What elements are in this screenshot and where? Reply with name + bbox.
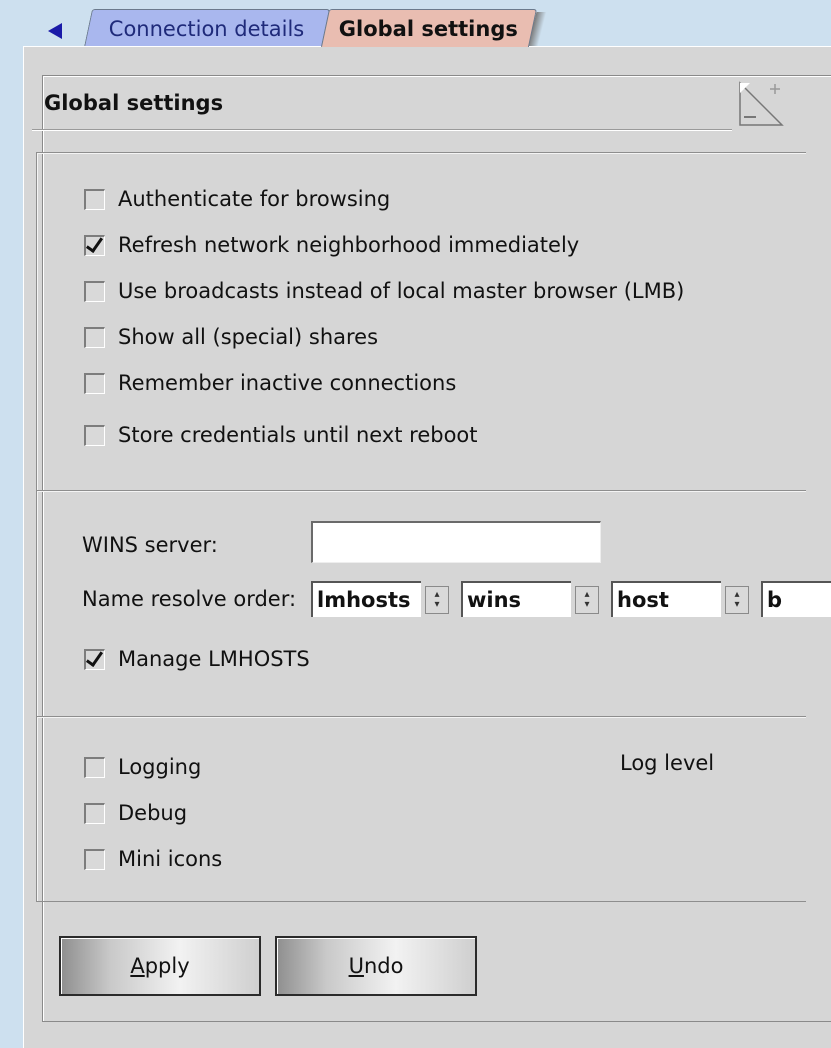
resolve-order-combo-1[interactable]: lmhosts <box>311 581 421 617</box>
store-credentials-checkbox[interactable]: Store credentials until next reboot <box>84 420 478 450</box>
checkbox-label: Remember inactive connections <box>118 371 457 395</box>
checkbox-box[interactable] <box>84 188 105 210</box>
checkbox-box[interactable] <box>84 756 105 778</box>
tab-global-settings[interactable]: Global settings <box>320 9 538 47</box>
checkbox-box[interactable] <box>84 802 105 824</box>
checkbox-box[interactable] <box>84 280 105 302</box>
mini-icons-checkbox[interactable]: Mini icons <box>84 844 222 874</box>
checkbox-label: Store credentials until next reboot <box>118 423 478 447</box>
tab-scroll-left-arrow[interactable] <box>44 18 66 44</box>
resolve-order-spinner-1[interactable]: ▴ ▾ <box>425 586 449 614</box>
remember-inactive-checkbox[interactable]: Remember inactive connections <box>84 368 456 398</box>
resolve-order-combo-2[interactable]: wins <box>461 581 571 617</box>
checkbox-label: Mini icons <box>118 847 223 871</box>
checkbox-label: Logging <box>118 755 202 779</box>
resolve-order-label: Name resolve order: <box>82 587 297 611</box>
checkbox-box[interactable] <box>84 372 105 394</box>
page-corner-icon[interactable] <box>736 79 786 129</box>
checkbox-label: Refresh network neighborhood immediately <box>118 233 580 257</box>
refresh-neighborhood-checkbox[interactable]: Refresh network neighborhood immediately <box>84 230 579 260</box>
checkbox-label: Use broadcasts instead of local master b… <box>118 279 685 303</box>
title-divider <box>32 129 732 131</box>
wins-server-label: WINS server: <box>82 533 218 557</box>
apply-label-rest: pply <box>144 954 190 978</box>
checkbox-box[interactable] <box>84 424 105 446</box>
apply-button[interactable]: Apply <box>59 936 261 996</box>
arrow-left-icon <box>48 23 62 39</box>
use-broadcasts-checkbox[interactable]: Use broadcasts instead of local master b… <box>84 276 684 306</box>
authenticate-browsing-checkbox[interactable]: Authenticate for browsing <box>84 184 390 214</box>
spin-down-icon: ▾ <box>434 599 440 610</box>
resolve-order-combo-4[interactable]: b <box>761 581 831 617</box>
resolve-order-spinner-3[interactable]: ▴ ▾ <box>725 586 749 614</box>
debug-checkbox[interactable]: Debug <box>84 798 187 828</box>
checkbox-box[interactable] <box>84 648 105 670</box>
checkbox-box[interactable] <box>84 234 105 256</box>
tab-bar: Connection details Global settings <box>0 0 831 48</box>
settings-window: Global settings Authenticate for browsin… <box>23 46 831 1048</box>
logging-checkbox[interactable]: Logging <box>84 752 201 782</box>
resolve-order-spinner-2[interactable]: ▴ ▾ <box>575 586 599 614</box>
checkbox-label: Manage LMHOSTS <box>118 647 310 671</box>
checkbox-label: Authenticate for browsing <box>118 187 391 211</box>
apply-mnemonic: A <box>130 954 145 978</box>
log-level-label: Log level <box>620 751 715 775</box>
tab-connection-details[interactable]: Connection details <box>83 9 331 47</box>
spin-down-icon: ▾ <box>734 599 740 610</box>
wins-server-input[interactable] <box>311 521 601 563</box>
spin-down-icon: ▾ <box>584 599 590 610</box>
undo-mnemonic: U <box>348 954 364 978</box>
panel-title: Global settings <box>44 91 224 115</box>
checkbox-label: Show all (special) shares <box>118 325 379 349</box>
undo-label-rest: ndo <box>363 954 404 978</box>
tab-global-settings-label: Global settings <box>339 16 519 41</box>
checkbox-label: Debug <box>118 801 188 825</box>
checkbox-box[interactable] <box>84 326 105 348</box>
show-all-shares-checkbox[interactable]: Show all (special) shares <box>84 322 378 352</box>
tab-connection-details-label: Connection details <box>109 16 305 41</box>
checkbox-box[interactable] <box>84 848 105 870</box>
undo-button[interactable]: Undo <box>275 936 477 996</box>
resolve-order-combo-3[interactable]: host <box>611 581 721 617</box>
manage-lmhosts-checkbox[interactable]: Manage LMHOSTS <box>84 644 310 674</box>
